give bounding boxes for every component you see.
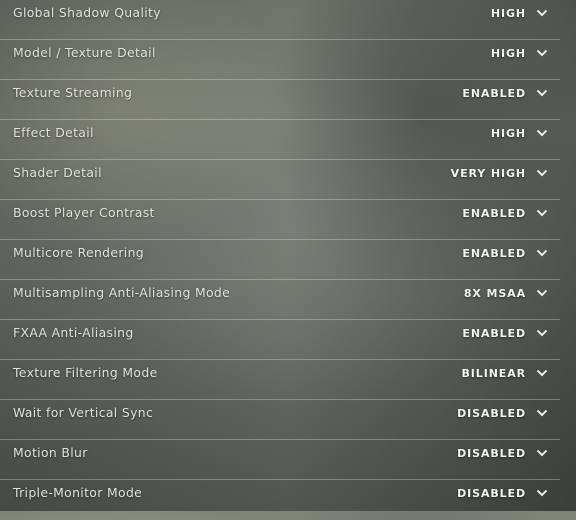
setting-label: Wait for Vertical Sync bbox=[13, 405, 154, 420]
setting-label: Multicore Rendering bbox=[13, 245, 144, 260]
setting-dropdown-multicore-rendering[interactable]: ENABLED bbox=[462, 243, 548, 263]
setting-row-msaa-mode: Multisampling Anti-Aliasing Mode 8X MSAA bbox=[0, 280, 560, 320]
setting-dropdown-boost-player-contrast[interactable]: ENABLED bbox=[462, 203, 548, 223]
setting-row-boost-player-contrast: Boost Player Contrast ENABLED bbox=[0, 200, 560, 240]
chevron-down-icon bbox=[536, 368, 548, 378]
setting-row-triple-monitor-mode: Triple-Monitor Mode DISABLED bbox=[0, 480, 560, 520]
setting-value: BILINEAR bbox=[461, 366, 526, 380]
setting-dropdown-vertical-sync[interactable]: DISABLED bbox=[457, 403, 548, 423]
setting-row-global-shadow-quality: Global Shadow Quality HIGH bbox=[0, 0, 560, 40]
setting-dropdown-shader-detail[interactable]: VERY HIGH bbox=[451, 163, 548, 183]
setting-value: 8X MSAA bbox=[463, 286, 526, 300]
setting-label: Texture Streaming bbox=[13, 85, 133, 100]
chevron-down-icon bbox=[536, 208, 548, 218]
setting-value: DISABLED bbox=[457, 406, 526, 420]
setting-label: Motion Blur bbox=[13, 445, 88, 460]
setting-row-motion-blur: Motion Blur DISABLED bbox=[0, 440, 560, 480]
setting-label: Shader Detail bbox=[13, 165, 102, 180]
setting-dropdown-texture-streaming[interactable]: ENABLED bbox=[462, 83, 548, 103]
setting-row-texture-streaming: Texture Streaming ENABLED bbox=[0, 80, 560, 120]
chevron-down-icon bbox=[536, 408, 548, 418]
setting-label: Effect Detail bbox=[13, 125, 94, 140]
chevron-down-icon bbox=[536, 128, 548, 138]
chevron-down-icon bbox=[536, 488, 548, 498]
chevron-down-icon bbox=[536, 248, 548, 258]
chevron-down-icon bbox=[536, 168, 548, 178]
setting-dropdown-motion-blur[interactable]: DISABLED bbox=[457, 443, 548, 463]
setting-dropdown-global-shadow-quality[interactable]: HIGH bbox=[491, 3, 548, 23]
setting-dropdown-fxaa[interactable]: ENABLED bbox=[462, 323, 548, 343]
setting-row-fxaa: FXAA Anti-Aliasing ENABLED bbox=[0, 320, 560, 360]
setting-value: VERY HIGH bbox=[450, 166, 526, 180]
setting-row-model-texture-detail: Model / Texture Detail HIGH bbox=[0, 40, 560, 80]
setting-value: DISABLED bbox=[457, 486, 526, 500]
setting-value: ENABLED bbox=[462, 246, 526, 260]
setting-row-effect-detail: Effect Detail HIGH bbox=[0, 120, 560, 160]
setting-dropdown-msaa-mode[interactable]: 8X MSAA bbox=[464, 283, 548, 303]
setting-label: Texture Filtering Mode bbox=[13, 365, 158, 380]
setting-label: Global Shadow Quality bbox=[13, 5, 161, 20]
setting-label: Multisampling Anti-Aliasing Mode bbox=[13, 285, 231, 300]
chevron-down-icon bbox=[536, 8, 548, 18]
setting-value: DISABLED bbox=[457, 446, 526, 460]
setting-label: Triple-Monitor Mode bbox=[13, 485, 143, 500]
setting-label: Boost Player Contrast bbox=[13, 205, 155, 220]
setting-row-shader-detail: Shader Detail VERY HIGH bbox=[0, 160, 560, 200]
setting-value: HIGH bbox=[490, 46, 526, 60]
setting-dropdown-model-texture-detail[interactable]: HIGH bbox=[491, 43, 548, 63]
setting-label: FXAA Anti-Aliasing bbox=[13, 325, 134, 340]
setting-value: ENABLED bbox=[462, 206, 526, 220]
setting-dropdown-effect-detail[interactable]: HIGH bbox=[491, 123, 548, 143]
setting-dropdown-triple-monitor-mode[interactable]: DISABLED bbox=[457, 483, 548, 503]
chevron-down-icon bbox=[536, 328, 548, 338]
chevron-down-icon bbox=[536, 48, 548, 58]
setting-dropdown-texture-filtering-mode[interactable]: BILINEAR bbox=[462, 363, 548, 383]
setting-row-vertical-sync: Wait for Vertical Sync DISABLED bbox=[0, 400, 560, 440]
setting-value: HIGH bbox=[490, 6, 526, 20]
video-settings-list: Global Shadow Quality HIGH Model / Textu… bbox=[0, 0, 576, 511]
chevron-down-icon bbox=[536, 448, 548, 458]
setting-row-texture-filtering-mode: Texture Filtering Mode BILINEAR bbox=[0, 360, 560, 400]
chevron-down-icon bbox=[536, 88, 548, 98]
setting-value: ENABLED bbox=[462, 86, 526, 100]
setting-value: HIGH bbox=[490, 126, 526, 140]
setting-value: ENABLED bbox=[462, 326, 526, 340]
setting-label: Model / Texture Detail bbox=[13, 45, 156, 60]
setting-row-multicore-rendering: Multicore Rendering ENABLED bbox=[0, 240, 560, 280]
chevron-down-icon bbox=[536, 288, 548, 298]
